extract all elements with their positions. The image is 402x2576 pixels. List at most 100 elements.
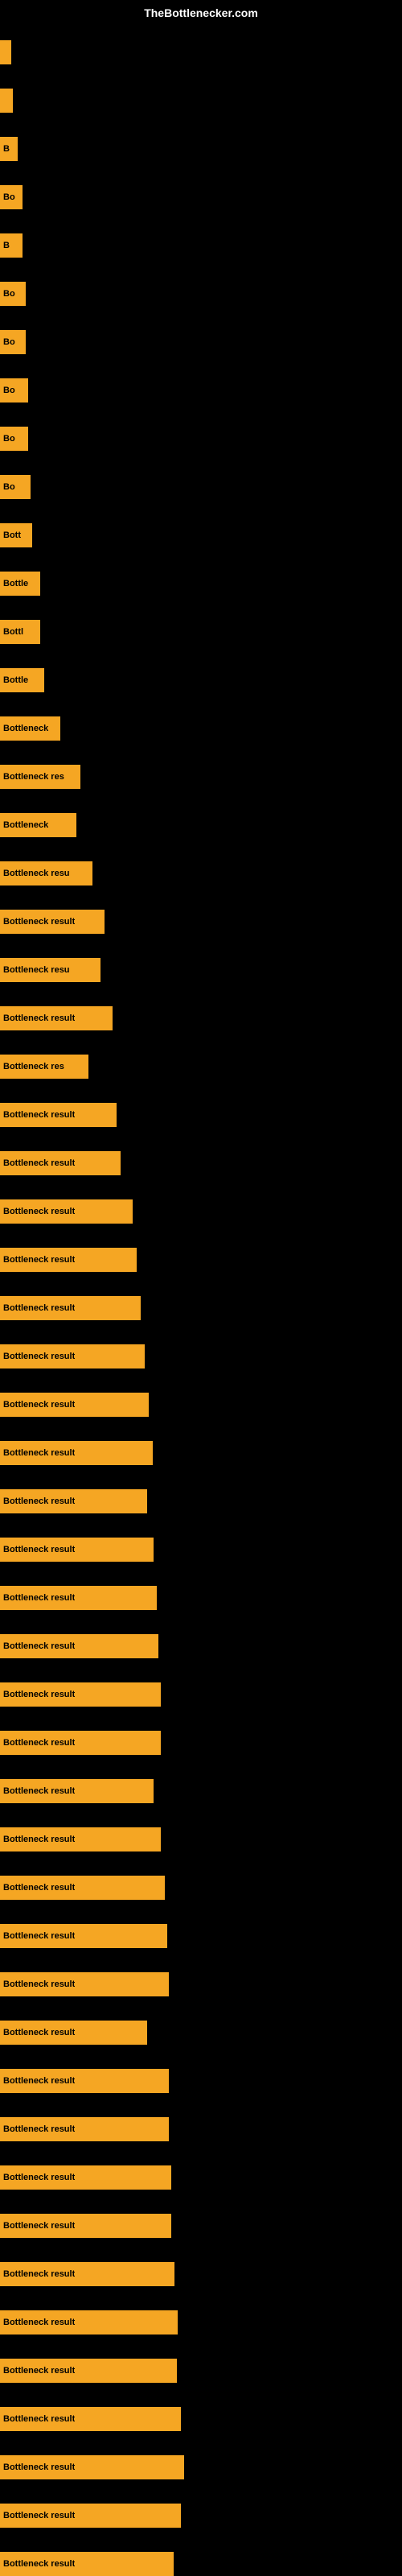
bottleneck-bar-38: Bottleneck result [0,1827,161,1852]
bottleneck-bar-27: Bottleneck result [0,1296,141,1320]
bottleneck-bar-36: Bottleneck result [0,1731,161,1755]
bottleneck-label-5: B [3,241,10,250]
bottleneck-bar-4: Bo [0,185,23,209]
bottleneck-bar-8: Bo [0,378,28,402]
bottleneck-bar-15: Bottleneck [0,716,60,741]
bottleneck-bar-16: Bottleneck res [0,765,80,789]
bottleneck-bar-34: Bottleneck result [0,1634,158,1658]
bottleneck-label-53: Bottleneck result [3,2559,75,2569]
bottleneck-label-38: Bottleneck result [3,1835,75,1844]
bottleneck-label-11: Bott [3,530,21,540]
bottleneck-label-9: Bo [3,434,15,444]
bottleneck-label-43: Bottleneck result [3,2076,75,2086]
bottleneck-bar-44: Bottleneck result [0,2117,169,2141]
bottleneck-label-6: Bo [3,289,15,299]
bottleneck-label-32: Bottleneck result [3,1545,75,1554]
bottleneck-label-27: Bottleneck result [3,1303,75,1313]
bottleneck-label-47: Bottleneck result [3,2269,75,2279]
bottleneck-label-41: Bottleneck result [3,1979,75,1989]
bottleneck-bar-13: Bottl [0,620,40,644]
bottleneck-bar-43: Bottleneck result [0,2069,169,2093]
bottleneck-label-45: Bottleneck result [3,2173,75,2182]
bottleneck-label-17: Bottleneck [3,820,48,830]
bottleneck-bar-19: Bottleneck result [0,910,105,934]
bottleneck-label-40: Bottleneck result [3,1931,75,1941]
bottleneck-label-52: Bottleneck result [3,2511,75,2520]
bottleneck-label-29: Bottleneck result [3,1400,75,1410]
bottleneck-bar-32: Bottleneck result [0,1538,154,1562]
bottleneck-label-3: B [3,144,10,154]
bottleneck-label-49: Bottleneck result [3,2366,75,2376]
bottleneck-bar-7: Bo [0,330,26,354]
bottleneck-bar-41: Bottleneck result [0,1972,169,1996]
bottleneck-bar-22: Bottleneck res [0,1055,88,1079]
bottleneck-label-12: Bottle [3,579,28,588]
bottleneck-bar-29: Bottleneck result [0,1393,149,1417]
bottleneck-bar-53: Bottleneck result [0,2552,174,2576]
bottleneck-label-39: Bottleneck result [3,1883,75,1893]
bottleneck-label-25: Bottleneck result [3,1207,75,1216]
bottleneck-bar-51: Bottleneck result [0,2455,184,2479]
bottleneck-bar-37: Bottleneck result [0,1779,154,1803]
bottleneck-bar-5: B [0,233,23,258]
bottleneck-bar-14: Bottle [0,668,44,692]
bottleneck-bar-3: B [0,137,18,161]
bottleneck-label-13: Bottl [3,627,23,637]
bottleneck-label-24: Bottleneck result [3,1158,75,1168]
bottleneck-label-16: Bottleneck res [3,772,64,782]
bottleneck-bar-28: Bottleneck result [0,1344,145,1368]
bottleneck-label-30: Bottleneck result [3,1448,75,1458]
site-title: TheBottlenecker.com [144,6,258,19]
bottleneck-bar-26: Bottleneck result [0,1248,137,1272]
bottleneck-label-33: Bottleneck result [3,1593,75,1603]
bottleneck-bar-40: Bottleneck result [0,1924,167,1948]
bottleneck-label-31: Bottleneck result [3,1496,75,1506]
bottleneck-label-37: Bottleneck result [3,1786,75,1796]
bottleneck-bar-31: Bottleneck result [0,1489,147,1513]
bottleneck-bar-10: Bo [0,475,31,499]
bottleneck-label-7: Bo [3,337,15,347]
bottleneck-label-19: Bottleneck result [3,917,75,927]
bottleneck-label-51: Bottleneck result [3,2462,75,2472]
bottleneck-bar-9: Bo [0,427,28,451]
bottleneck-bar-2 [0,89,13,113]
bottleneck-label-4: Bo [3,192,15,202]
bottleneck-bar-39: Bottleneck result [0,1876,165,1900]
bottleneck-bar-30: Bottleneck result [0,1441,153,1465]
bottleneck-label-23: Bottleneck result [3,1110,75,1120]
bottleneck-bar-33: Bottleneck result [0,1586,157,1610]
bottleneck-label-35: Bottleneck result [3,1690,75,1699]
bottleneck-label-10: Bo [3,482,15,492]
bottleneck-label-46: Bottleneck result [3,2221,75,2231]
bottleneck-label-18: Bottleneck resu [3,869,70,878]
bottleneck-bar-52: Bottleneck result [0,2504,181,2528]
bottleneck-label-26: Bottleneck result [3,1255,75,1265]
bottleneck-label-21: Bottleneck result [3,1013,75,1023]
bottleneck-bar-1 [0,40,11,64]
bottleneck-label-34: Bottleneck result [3,1641,75,1651]
bottleneck-bar-6: Bo [0,282,26,306]
bottleneck-label-15: Bottleneck [3,724,48,733]
bottleneck-bar-18: Bottleneck resu [0,861,92,886]
bottleneck-label-22: Bottleneck res [3,1062,64,1071]
bottleneck-bar-48: Bottleneck result [0,2310,178,2334]
bottleneck-label-48: Bottleneck result [3,2318,75,2327]
bottleneck-bar-24: Bottleneck result [0,1151,121,1175]
bottleneck-bar-17: Bottleneck [0,813,76,837]
bottleneck-bar-21: Bottleneck result [0,1006,113,1030]
bottleneck-label-42: Bottleneck result [3,2028,75,2037]
bottleneck-bar-42: Bottleneck result [0,2021,147,2045]
bottleneck-bar-50: Bottleneck result [0,2407,181,2431]
bottleneck-bar-20: Bottleneck resu [0,958,100,982]
bottleneck-bar-35: Bottleneck result [0,1682,161,1707]
bottleneck-bar-47: Bottleneck result [0,2262,174,2286]
bottleneck-label-36: Bottleneck result [3,1738,75,1748]
bottleneck-label-20: Bottleneck resu [3,965,70,975]
bottleneck-bar-46: Bottleneck result [0,2214,171,2238]
bottleneck-label-50: Bottleneck result [3,2414,75,2424]
bottleneck-label-14: Bottle [3,675,28,685]
bottleneck-bar-23: Bottleneck result [0,1103,117,1127]
bottleneck-label-8: Bo [3,386,15,395]
bottleneck-bar-12: Bottle [0,572,40,596]
bottleneck-bar-11: Bott [0,523,32,547]
